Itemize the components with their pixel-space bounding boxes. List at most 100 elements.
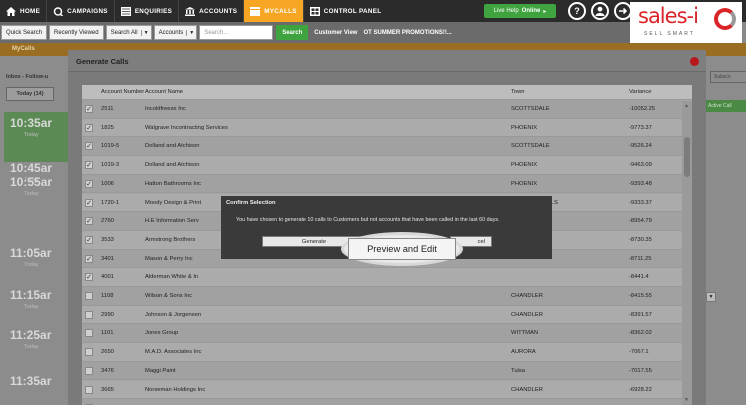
search-input[interactable]: Search... [199,25,274,40]
town-cell: PHOENIX [511,124,538,131]
town-cell: CHANDLER [511,311,543,318]
row-checkbox[interactable] [85,348,93,357]
account-number-cell: 1720-1 [101,199,120,206]
nav-enquiries[interactable]: ENQUIRIES [115,0,178,22]
nav-accounts[interactable]: ACCOUNTS [179,0,243,22]
call-time: 11:05ar [10,246,52,260]
table-row[interactable]: 2650 M.A.D. Associates Inc AURORA -7067.1 [82,343,682,362]
search-all-label: Search All [110,29,138,36]
account-name-cell: Johnson & Jorgensen [145,311,202,318]
logo-text: sales-i [638,4,699,28]
table-row[interactable]: ✓ 2511 Incoldfreeze Inc SCOTTSDALE -10052.25 [82,100,682,119]
row-checkbox[interactable]: ✓ [85,254,93,263]
row-checkbox[interactable]: ✓ [85,105,93,113]
logo-tagline: SELL SMART [644,31,695,37]
live-help-label: Live Help [493,8,519,14]
user-profile-button[interactable] [591,2,609,20]
scroll-up-icon[interactable]: ▲ [684,103,689,109]
preview-and-edit-button[interactable]: Preview and Edit [348,238,456,260]
column-account-number[interactable]: Account Number [101,89,144,95]
search-button[interactable]: Search [276,25,309,40]
call-slot[interactable]: 11:25ar Today [10,328,68,378]
dialog-message: You have chosen to generate 10 calls to … [236,217,500,223]
account-number-cell: 1006 [101,180,114,187]
row-checkbox[interactable]: ✓ [85,235,93,244]
row-checkbox[interactable] [85,385,93,394]
account-number-cell: 1101 [101,330,114,337]
active-call-button[interactable]: Active Call [706,100,746,112]
dropdown-arrow-icon[interactable]: ▼ [706,292,716,302]
table-row[interactable]: 1101 Jones Group WITTMAN -8362.02 [82,324,682,344]
scroll-down-icon[interactable]: ▼ [684,397,689,403]
nav-campaigns[interactable]: CAMPAIGNS [47,0,114,22]
today-tab[interactable]: Today (14) [6,87,54,101]
row-checkbox[interactable] [85,292,93,300]
row-checkbox[interactable]: ✓ [85,123,93,132]
nav-mycalls[interactable]: MYCALLS [244,0,303,22]
variance-cell: -9393.48 [629,180,652,187]
table-row[interactable]: ✓ 1019-5 Dolland and Atchison SCOTTSDALE -95… [82,137,682,157]
table-row[interactable]: ✓ 1006 Hatton Bathrooms Inc PHOENIX -9393.48 [82,174,682,194]
customer-view-link[interactable]: Customer View [314,30,357,36]
subscribe-button[interactable]: Subscri [710,71,746,83]
accounts-dropdown[interactable]: Accounts ▼ [153,25,198,40]
account-number-cell: 3401 [101,255,114,262]
call-time: 10:35ar [10,116,53,130]
table-row[interactable]: 2990 Johnson & Jorgensen CHANDLER -8391.57 [82,305,682,325]
inbox-label: Inbox - Follow-u [6,74,49,80]
scrollbar-thumb[interactable] [684,137,690,177]
row-checkbox[interactable]: ✓ [85,217,93,226]
table-row[interactable]: 1108 Wilson & Sons Inc CHANDLER -8415.55 [82,287,682,306]
account-number-cell: 2990 [101,311,114,318]
row-checkbox[interactable] [85,310,93,319]
row-checkbox[interactable]: ✓ [85,198,93,207]
call-time: 10:45ar [10,161,53,175]
row-checkbox[interactable]: ✓ [85,179,93,188]
call-slot[interactable]: 11:35ar [10,374,68,405]
call-slot[interactable]: 10:55ar Today [10,175,68,225]
call-slot[interactable]: 10:35ar Today [4,112,68,162]
town-cell: CHANDLER [511,386,543,393]
nav-home[interactable]: HOME [0,0,46,22]
live-help-button[interactable]: Live Help Online ▸ [484,4,556,18]
town-cell: SCOTTSDALE [511,143,550,150]
variance-cell: -8415.55 [629,293,652,299]
column-variance[interactable]: Variance [629,89,651,95]
nav-campaigns-label: CAMPAIGNS [67,7,108,15]
quick-search-button[interactable]: Quick Search [1,25,48,40]
row-checkbox[interactable] [85,329,93,338]
table-row[interactable]: ✓ 1019-3 Dolland and Atchison PHOENIX -9463.… [82,156,682,175]
row-checkbox[interactable]: ✓ [85,273,93,282]
nav-enquiries-label: ENQUIRIES [134,7,173,15]
recently-viewed-button[interactable]: Recently Viewed [49,25,104,40]
account-name-cell: Incoldfreeze Inc [145,106,186,112]
call-time: 11:25ar [10,328,52,342]
logout-arrow-icon [619,7,628,15]
row-checkbox[interactable]: ✓ [85,161,93,170]
table-row[interactable]: 2100-6Jack Morton Worldwide IncSCOTTSDAL… [82,399,682,405]
call-day: Today [24,132,39,138]
account-number-cell: 1825 [101,124,114,131]
right-panel: Subscri Active Call ▼ [706,56,746,405]
close-icon[interactable] [690,57,699,66]
table-row[interactable]: ✓ 1825 Walgrave Incontracting Services PHOE… [82,118,682,138]
column-town[interactable]: Town [511,89,525,95]
account-number-cell: 1019-3 [101,162,120,169]
table-row[interactable]: ✓ 4001 Alderman White & In -8441.4 [82,268,682,287]
search-all-dropdown[interactable]: Search All ▼ [105,25,152,40]
help-button[interactable]: ? [568,2,586,20]
nav-control-panel[interactable]: CONTROL PANEL [304,0,388,22]
table-row[interactable]: 3665 Norseman Holdings Inc CHANDLER -6928.2… [82,380,682,400]
town-cell: Tulsa [511,367,525,374]
campaigns-icon [53,6,64,16]
table-scrollbar[interactable]: ▲ ▼ [682,101,692,405]
town-cell: AURORA [511,349,536,356]
account-name-cell: Jones Group [145,330,179,337]
row-checkbox[interactable] [85,366,93,375]
variance-cell: -7017.55 [629,367,652,374]
calls-sidebar: Inbox - Follow-u Today (14) 10:35ar Toda… [0,56,68,405]
table-row[interactable]: 3476 Maggi Paint Tulsa -7017.55 [82,361,682,381]
town-cell: SCOTTSDALE [511,106,550,112]
column-account-name[interactable]: Account Name [145,89,183,95]
row-checkbox[interactable]: ✓ [85,142,93,151]
